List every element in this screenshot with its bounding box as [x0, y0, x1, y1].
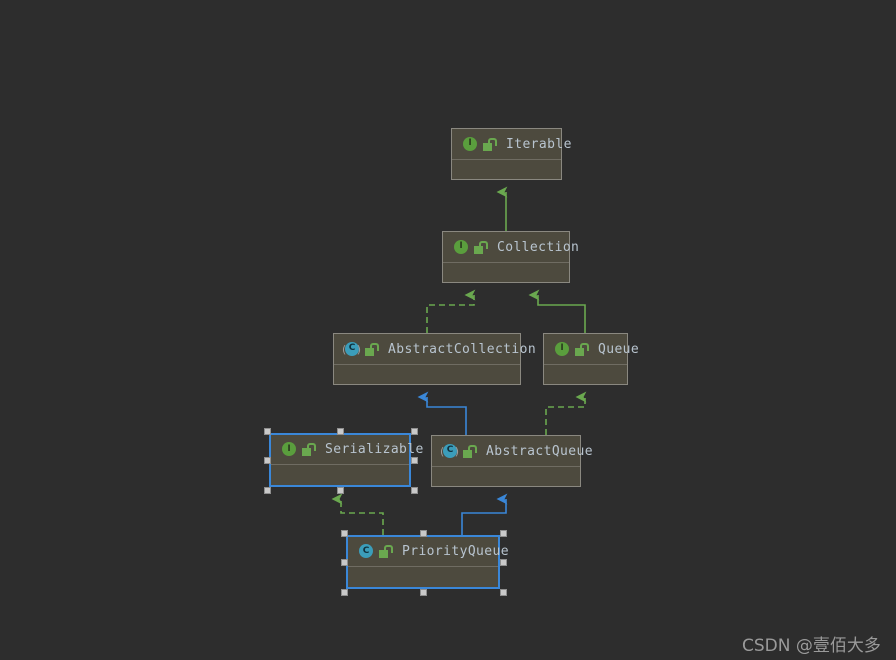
node-body-serializable: [271, 465, 409, 484]
node-header-iterable: I Iterable: [452, 129, 571, 160]
interface-icon: I: [280, 441, 297, 458]
public-lock-icon: [363, 342, 379, 357]
public-lock-icon: [377, 544, 393, 559]
public-lock-icon: [573, 342, 589, 357]
node-body-abstract-collection: [334, 365, 520, 384]
resize-handle-e[interactable]: [411, 457, 418, 464]
resize-handle-sw[interactable]: [341, 589, 348, 596]
abstract-class-icon: (C): [440, 443, 459, 460]
resize-handle-nw[interactable]: [264, 428, 271, 435]
uml-node-collection[interactable]: I Collection: [442, 231, 579, 283]
node-body-queue: [544, 365, 627, 384]
public-lock-icon: [472, 240, 488, 255]
edge-abstractqueue-to-queue: [545, 391, 587, 435]
uml-node-priority-queue[interactable]: C PriorityQueue: [346, 535, 509, 589]
node-label-iterable: Iterable: [506, 136, 572, 152]
csdn-watermark: CSDN @壹佰大多: [742, 636, 881, 656]
node-label-serializable: Serializable: [325, 442, 424, 457]
resize-handle-ne[interactable]: [500, 530, 507, 537]
resize-handle-e[interactable]: [500, 559, 507, 566]
edge-abstractqueue-to-abstractcollection: [417, 391, 467, 435]
public-lock-icon: [461, 444, 477, 459]
node-body-abstract-queue: [432, 467, 580, 486]
node-label-collection: Collection: [497, 239, 580, 255]
public-lock-icon: [300, 442, 316, 457]
node-label-queue: Queue: [598, 341, 640, 357]
node-body-priority-queue: [348, 567, 498, 586]
node-label-priority-queue: PriorityQueue: [402, 544, 509, 559]
resize-handle-se[interactable]: [411, 487, 418, 494]
edge-abstractcollection-to-collection: [426, 289, 476, 333]
node-header-priority-queue: C PriorityQueue: [348, 537, 509, 567]
resize-handle-nw[interactable]: [341, 530, 348, 537]
resize-handle-s[interactable]: [420, 589, 427, 596]
node-header-abstract-queue: (C) AbstractQueue: [432, 436, 593, 467]
public-lock-icon: [481, 137, 497, 152]
resize-handle-n[interactable]: [337, 428, 344, 435]
uml-node-abstract-queue[interactable]: (C) AbstractQueue: [431, 435, 593, 487]
interface-icon: I: [553, 341, 570, 358]
node-label-abstract-collection: AbstractCollection: [388, 341, 537, 357]
node-header-abstract-collection: (C) AbstractCollection: [334, 334, 536, 365]
resize-handle-w[interactable]: [264, 457, 271, 464]
uml-node-queue[interactable]: I Queue: [543, 333, 639, 385]
node-body-iterable: [452, 160, 561, 179]
edge-queue-to-collection: [528, 289, 586, 333]
node-header-queue: I Queue: [544, 334, 639, 365]
node-label-abstract-queue: AbstractQueue: [486, 443, 593, 459]
node-header-collection: I Collection: [443, 232, 579, 263]
class-icon: C: [357, 543, 374, 560]
resize-handle-n[interactable]: [420, 530, 427, 537]
interface-icon: I: [452, 239, 469, 256]
resize-handle-ne[interactable]: [411, 428, 418, 435]
uml-node-iterable[interactable]: I Iterable: [451, 128, 571, 180]
resize-handle-s[interactable]: [337, 487, 344, 494]
node-body-collection: [443, 263, 569, 282]
resize-handle-sw[interactable]: [264, 487, 271, 494]
uml-node-abstract-collection[interactable]: (C) AbstractCollection: [333, 333, 536, 385]
abstract-class-icon: (C): [342, 341, 361, 358]
uml-diagram-canvas[interactable]: I Iterable I Collection (C): [0, 0, 896, 660]
resize-handle-w[interactable]: [341, 559, 348, 566]
node-header-serializable: I Serializable: [271, 435, 423, 465]
interface-icon: I: [461, 136, 478, 153]
resize-handle-se[interactable]: [500, 589, 507, 596]
uml-node-serializable[interactable]: I Serializable: [269, 433, 423, 487]
